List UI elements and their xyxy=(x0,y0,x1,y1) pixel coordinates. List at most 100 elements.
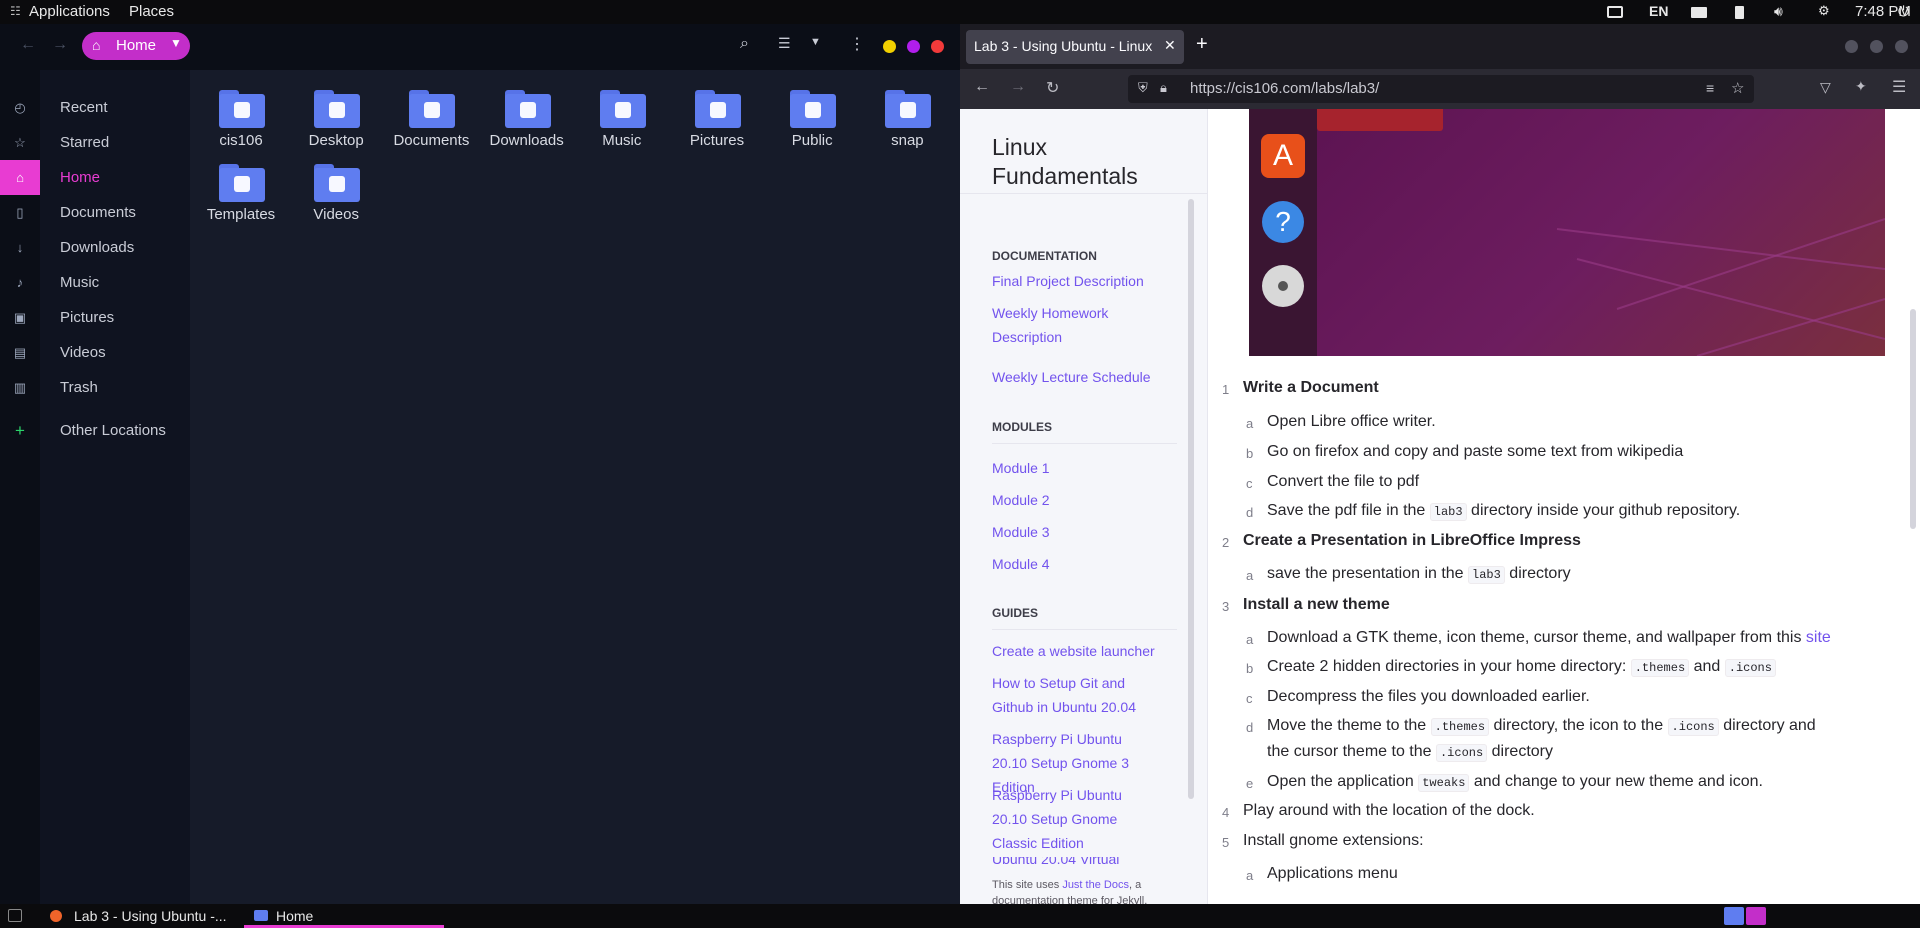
nav-link[interactable]: Ubuntu 20.04 Virtual xyxy=(992,857,1119,867)
folder-music[interactable]: Music xyxy=(577,82,667,154)
minimize-button[interactable] xyxy=(1845,40,1858,53)
nav-link[interactable]: Weekly Homework Description xyxy=(992,301,1132,349)
clock-icon: ◴ xyxy=(14,100,26,115)
nav-link[interactable]: Final Project Description xyxy=(992,269,1162,293)
maximize-button[interactable] xyxy=(1870,40,1883,53)
step-item: Go on firefox and copy and paste some te… xyxy=(1267,443,1684,460)
lock-icon[interactable]: 🔒︎ xyxy=(1160,80,1167,96)
site-title-line2[interactable]: Fundamentals xyxy=(992,162,1138,191)
sidebar-item-label: Starred xyxy=(60,134,110,151)
close-button[interactable] xyxy=(931,40,944,53)
sidebar-item-videos[interactable]: ▤ Videos xyxy=(0,335,190,370)
step-item: Open Libre office writer. xyxy=(1267,413,1436,430)
sidebar-item-documents[interactable]: ▯ Documents xyxy=(0,195,190,230)
settings-icon[interactable]: ⚙ xyxy=(1818,3,1830,19)
nav-link[interactable]: Module 1 xyxy=(992,456,1050,480)
sidebar-item-other-locations[interactable]: + Other Locations xyxy=(0,413,190,448)
folder-pictures[interactable]: Pictures xyxy=(672,82,762,154)
just-the-docs-link[interactable]: Just the Docs xyxy=(1062,879,1129,891)
folder-icon xyxy=(504,90,551,128)
divider xyxy=(992,443,1177,444)
step-item: Create 2 hidden directories in your home… xyxy=(1267,654,1776,681)
show-desktop-icon[interactable] xyxy=(8,909,22,922)
close-tab-icon[interactable]: ✕ xyxy=(1164,37,1176,54)
tab-title: Lab 3 - Using Ubuntu - Linux xyxy=(974,38,1153,54)
sidebar-item-home[interactable]: ⌂ Home xyxy=(0,160,190,195)
folder-templates[interactable]: Templates xyxy=(196,156,286,228)
step-title: Install a new theme xyxy=(1243,596,1390,613)
reload-icon[interactable]: ↻ xyxy=(1046,78,1059,98)
site-link[interactable]: site xyxy=(1806,629,1831,646)
bookmark-star-icon[interactable]: ☆ xyxy=(1731,79,1744,97)
list-letter: b xyxy=(1246,661,1254,676)
sidebar-item-music[interactable]: ♪ Music xyxy=(0,265,190,300)
view-options-icon[interactable]: ☰ xyxy=(778,35,791,52)
mail-icon[interactable] xyxy=(1691,7,1707,18)
sidebar-item-pictures[interactable]: ▣ Pictures xyxy=(0,300,190,335)
applications-menu[interactable]: Applications xyxy=(29,3,110,20)
power-icon[interactable]: ⏻ xyxy=(1898,3,1909,20)
folder-documents[interactable]: Documents xyxy=(386,82,476,154)
list-number: 5 xyxy=(1222,835,1230,850)
folder-public[interactable]: Public xyxy=(767,82,857,154)
step-item: Applications menu xyxy=(1267,865,1398,882)
folder-videos[interactable]: Videos xyxy=(291,156,381,228)
list-letter: d xyxy=(1246,505,1254,520)
step-item-continued: the cursor theme to the .icons directory xyxy=(1267,743,1553,762)
url-text[interactable]: https://cis106.com/labs/lab3/ xyxy=(1190,80,1379,97)
battery-icon[interactable] xyxy=(1735,6,1744,19)
apps-grid-icon[interactable]: ☷ xyxy=(10,4,21,18)
menu-kebab-icon[interactable]: ⋮ xyxy=(849,34,865,54)
list-number: 3 xyxy=(1222,599,1230,614)
workspace-2-icon[interactable] xyxy=(1746,907,1766,925)
folder-icon xyxy=(314,164,361,202)
nav-link[interactable]: Module 2 xyxy=(992,488,1050,512)
forward-icon[interactable]: → xyxy=(1010,78,1026,96)
taskbar-item-firefox[interactable]: Lab 3 - Using Ubuntu -... xyxy=(40,904,240,928)
folder-downloads[interactable]: Downloads xyxy=(482,82,572,154)
wallpaper-rays xyxy=(1556,218,1885,356)
volume-icon[interactable]: 🔊︎ xyxy=(1774,3,1783,20)
sidebar-item-trash[interactable]: ▥ Trash xyxy=(0,370,190,405)
nav-link[interactable]: Module 3 xyxy=(992,520,1050,544)
workspace-1-icon[interactable] xyxy=(1724,907,1744,925)
sidebar-item-label: Home xyxy=(60,169,101,186)
folder-name: snap xyxy=(891,132,924,149)
reader-view-icon[interactable]: ≡ xyxy=(1706,80,1714,96)
sidebar-item-recent[interactable]: ◴ Recent xyxy=(0,90,190,125)
places-menu[interactable]: Places xyxy=(129,3,174,20)
taskbar-item-home[interactable]: Home xyxy=(244,904,444,928)
new-tab-icon[interactable]: + xyxy=(1196,33,1208,56)
site-title-line1[interactable]: Linux xyxy=(992,133,1138,162)
nav-link[interactable]: How to Setup Git and Github in Ubuntu 20… xyxy=(992,671,1142,719)
extensions-icon[interactable]: ✦ xyxy=(1855,78,1867,95)
site-title[interactable]: Linux Fundamentals xyxy=(992,133,1138,191)
screen-icon[interactable] xyxy=(1607,6,1623,18)
nav-link[interactable]: Module 4 xyxy=(992,552,1050,576)
folder-desktop[interactable]: Desktop xyxy=(291,82,381,154)
search-icon[interactable]: ⌕ xyxy=(740,35,749,53)
minimize-button[interactable] xyxy=(883,40,896,53)
hamburger-menu-icon[interactable]: ☰ xyxy=(1892,77,1906,97)
maximize-button[interactable] xyxy=(907,40,920,53)
content-scrollbar[interactable] xyxy=(1910,309,1916,529)
sort-dropdown-icon[interactable]: ▼ xyxy=(810,36,821,48)
back-icon[interactable]: ← xyxy=(974,78,990,96)
folder-cis106[interactable]: cis106 xyxy=(196,82,286,154)
tab-lab3[interactable]: Lab 3 - Using Ubuntu - Linux ✕ xyxy=(966,30,1184,64)
nav-link[interactable]: Raspberry Pi Ubuntu 20.10 Setup Gnome Cl… xyxy=(992,783,1142,855)
folder-snap[interactable]: snap xyxy=(862,82,952,154)
download-icon: ↓ xyxy=(16,240,24,255)
url-bar[interactable]: ⛨ 🔒︎ https://cis106.com/labs/lab3/ ≡ ☆ xyxy=(1128,75,1754,103)
language-indicator[interactable]: EN xyxy=(1649,3,1668,19)
nav-link[interactable]: Create a website launcher xyxy=(992,639,1182,663)
sidebar-item-starred[interactable]: ☆ Starred xyxy=(0,125,190,160)
close-button[interactable] xyxy=(1895,40,1908,53)
shield-icon[interactable]: ⛨ xyxy=(1138,80,1148,96)
folder-icon xyxy=(254,910,268,921)
nav-link[interactable]: Weekly Lecture Schedule xyxy=(992,365,1162,389)
sidebar-item-downloads[interactable]: ↓ Downloads xyxy=(0,230,190,265)
pocket-icon[interactable]: ▽ xyxy=(1820,79,1831,96)
sidebar-scrollbar[interactable] xyxy=(1188,199,1194,799)
folder-name: Videos xyxy=(313,206,359,223)
